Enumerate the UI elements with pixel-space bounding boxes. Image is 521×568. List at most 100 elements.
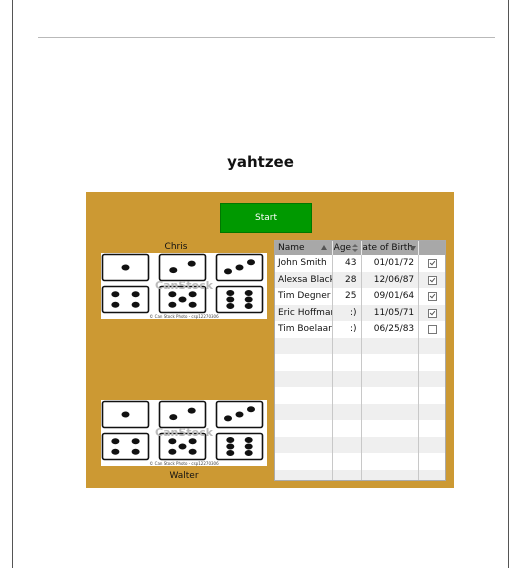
empty-row	[275, 387, 445, 404]
cell-dob: 01/01/72	[362, 255, 420, 272]
cell-dob: 12/06/87	[362, 271, 420, 288]
column-header-age[interactable]: Age	[333, 241, 362, 255]
cell-name: Alexsa Black	[275, 271, 333, 288]
empty-row	[275, 436, 445, 454]
dice-image-top: CanStock © Can Stock Photo - csp12270306	[101, 253, 267, 319]
row-checkbox[interactable]	[427, 275, 437, 285]
column-header-dob[interactable]: Date of Birth	[362, 241, 420, 255]
cell-age: 43	[333, 255, 362, 272]
cell-check	[419, 387, 445, 404]
die-2	[158, 400, 207, 429]
cell-age	[333, 453, 362, 470]
column-header-name[interactable]: Name	[275, 241, 333, 255]
empty-row	[275, 403, 445, 421]
dice-image-bottom: CanStock © Can Stock Photo - csp12270306	[101, 400, 267, 466]
table-row[interactable]: Tim Degner 25 09/01/64	[275, 288, 445, 305]
cell-name: John Smith	[275, 255, 333, 272]
people-table: Name Age Date of Birth John Smith4301/01…	[274, 240, 446, 481]
cell-age	[333, 337, 362, 354]
sort-descending-icon	[409, 246, 416, 251]
cell-dob	[362, 337, 420, 354]
player-name-bottom: Walter	[169, 471, 199, 481]
cell-check	[419, 420, 445, 437]
empty-row	[275, 370, 445, 387]
cell-check	[419, 437, 445, 454]
cell-check	[419, 272, 445, 289]
divider	[38, 37, 495, 38]
image-credit: © Can Stock Photo - csp12270306	[149, 461, 219, 466]
cell-age	[333, 436, 362, 453]
cell-dob: 06/25/83	[362, 321, 420, 338]
cell-age	[333, 370, 362, 387]
cell-name	[275, 403, 333, 420]
sort-ascending-icon	[321, 245, 327, 250]
row-checkbox[interactable]	[427, 292, 437, 301]
cell-dob	[362, 403, 420, 420]
cell-age: 25	[333, 288, 362, 305]
die-6	[215, 432, 264, 461]
table-body: John Smith 43 01/01/72 Alexsa Black 28 12/06/…	[275, 255, 445, 481]
row-checkbox[interactable]	[427, 325, 437, 334]
die-4	[101, 432, 150, 461]
die-6	[215, 285, 264, 314]
sort-both-icon	[351, 244, 358, 252]
cell-dob	[362, 420, 420, 437]
cell-age	[333, 420, 362, 437]
cell-age	[333, 403, 362, 420]
cell-dob	[362, 469, 420, 480]
cell-name	[275, 337, 333, 354]
cell-dob: 11/05/71	[362, 304, 420, 321]
cell-dob	[362, 453, 420, 470]
cell-dob	[362, 387, 420, 404]
start-button[interactable]: Start	[220, 203, 312, 233]
cell-check	[419, 354, 445, 371]
column-header-check[interactable]	[419, 241, 445, 255]
cell-age	[333, 387, 362, 404]
cell-name	[275, 469, 333, 480]
cell-check	[419, 404, 445, 421]
die-3	[215, 400, 264, 429]
table-row[interactable]: John Smith 43 01/01/72	[275, 255, 445, 272]
image-credit: © Can Stock Photo - csp12270306	[149, 314, 219, 319]
cell-check	[419, 338, 445, 355]
game-board: Start Chris CanStock © Can Stock Photo - …	[86, 192, 454, 488]
die-2	[158, 253, 207, 282]
table-row[interactable]: Eric Hoffman:) 11/05/71	[275, 304, 445, 321]
table-row[interactable]: Tim Boelaars:) 06/25/83	[275, 321, 445, 338]
cell-dob	[362, 354, 420, 371]
empty-row	[275, 453, 445, 470]
cell-name: Tim Boelaars	[275, 321, 333, 338]
cell-check	[419, 321, 445, 338]
cell-name: Tim Degner	[275, 288, 333, 305]
empty-row	[275, 354, 445, 371]
cell-age: 28	[333, 271, 362, 288]
cell-name	[275, 370, 333, 387]
row-checkbox[interactable]	[427, 308, 437, 318]
watermark-text: CanStock	[155, 426, 214, 439]
table-header: Name Age Date of Birth	[275, 241, 445, 255]
die-4	[101, 285, 150, 314]
cell-age	[333, 469, 362, 480]
page-title: yahtzee	[227, 153, 294, 171]
player-name-top: Chris	[164, 242, 188, 252]
dice-set-graphic: CanStock © Can Stock Photo - csp12270306	[101, 253, 264, 319]
cell-dob: 09/01/64	[362, 288, 420, 305]
cell-dob	[362, 370, 420, 387]
cell-age	[333, 354, 362, 371]
die-1	[101, 400, 150, 429]
empty-row	[275, 469, 445, 481]
cell-name	[275, 453, 333, 470]
cell-check	[419, 288, 445, 305]
cell-name	[275, 387, 333, 404]
cell-check	[419, 470, 445, 481]
cell-age: :)	[333, 321, 362, 338]
cell-name	[275, 420, 333, 437]
cell-age: :)	[333, 304, 362, 321]
row-checkbox[interactable]	[427, 259, 437, 268]
table-row[interactable]: Alexsa Black 28 12/06/87	[275, 271, 445, 289]
die-1	[101, 253, 150, 282]
watermark-text: CanStock	[155, 279, 214, 292]
cell-name	[275, 354, 333, 371]
cell-check	[419, 453, 445, 470]
cell-dob	[362, 436, 420, 453]
